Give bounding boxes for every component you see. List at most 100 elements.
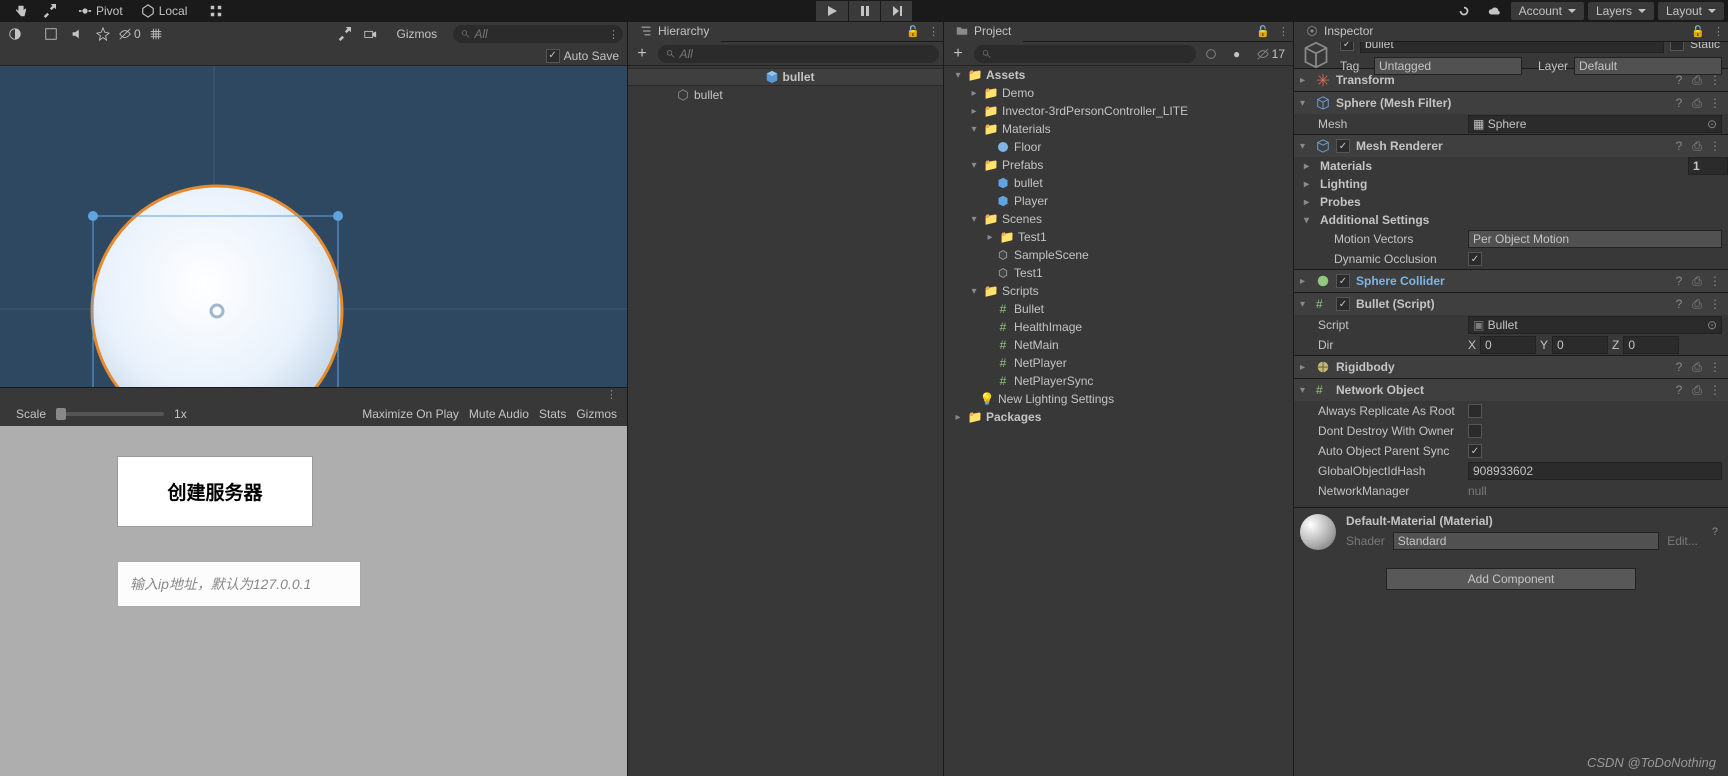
scene-viewport[interactable] [0, 66, 627, 387]
material-section[interactable]: Default-Material (Material) Shader Stand… [1294, 507, 1728, 556]
camera-icon[interactable] [359, 25, 381, 43]
preset-icon[interactable]: ⎙ [1690, 73, 1704, 88]
account-dropdown[interactable]: Account [1511, 2, 1584, 20]
lock-icon[interactable]: 🔓 [1687, 25, 1709, 38]
replroot-checkbox[interactable] [1468, 404, 1482, 418]
proj-sc-health[interactable]: #HealthImage [944, 318, 1293, 336]
fx-icon[interactable] [92, 25, 114, 43]
add-component-button[interactable]: Add Component [1386, 568, 1636, 590]
layout-dropdown[interactable]: Layout [1658, 2, 1724, 20]
comp-spherecollider-header[interactable]: ▸ Sphere Collider ?⎙⋮ [1294, 270, 1728, 292]
panel-menu-icon[interactable]: ⋮ [924, 25, 943, 38]
edit-button[interactable]: Edit... [1667, 534, 1698, 548]
autosave-toggle[interactable]: Auto Save [546, 49, 619, 63]
proj-sc-bullet[interactable]: #Bullet [944, 300, 1293, 318]
pivot-toggle[interactable]: Pivot [70, 2, 131, 20]
proj-packages[interactable]: ▸📁Packages [944, 408, 1293, 426]
comp-meshrenderer-header[interactable]: ▾ Mesh Renderer ?⎙⋮ [1294, 135, 1728, 157]
create-dropdown[interactable]: + [948, 45, 970, 63]
comp-transform-header[interactable]: ▸ Transform ?⎙⋮ [1294, 69, 1728, 91]
ip-input[interactable]: 输入ip地址，默认为127.0.0.1 [117, 561, 361, 607]
comp-netobj-header[interactable]: ▾ # Network Object ?⎙⋮ [1294, 379, 1728, 401]
proj-samplescene[interactable]: SampleScene [944, 246, 1293, 264]
project-search-input[interactable] [995, 47, 1187, 61]
proj-prefabs[interactable]: ▾📁Prefabs [944, 156, 1293, 174]
dir-z[interactable]: 0 [1623, 336, 1679, 354]
play-button[interactable] [816, 1, 848, 21]
static-dropdown[interactable]: Static [1690, 42, 1722, 51]
stats-toggle[interactable]: Stats [539, 407, 566, 421]
lock-icon[interactable]: 🔓 [902, 25, 924, 38]
proj-test1[interactable]: Test1 [944, 264, 1293, 282]
static-checkbox[interactable] [1670, 42, 1684, 51]
shader-dd[interactable]: Standard [1393, 532, 1659, 550]
shading-mode-icon[interactable] [4, 25, 26, 43]
tools-icon-2[interactable] [333, 25, 355, 43]
menu-icon[interactable]: ⋮ [1708, 73, 1722, 88]
active-checkbox[interactable] [1340, 42, 1354, 51]
scene-search-input[interactable] [474, 27, 615, 41]
proj-scripts[interactable]: ▾📁Scripts [944, 282, 1293, 300]
game-viewport[interactable]: 创建服务器 输入ip地址，默认为127.0.0.1 [0, 426, 627, 776]
proj-player[interactable]: Player [944, 192, 1293, 210]
proj-invector[interactable]: ▸📁Invector-3rdPersonController_LITE [944, 102, 1293, 120]
hierarchy-search-input[interactable] [679, 47, 931, 61]
layers-dropdown[interactable]: Layers [1588, 2, 1654, 20]
proj-sc-netplayer[interactable]: #NetPlayer [944, 354, 1293, 372]
collider-enabled[interactable] [1336, 274, 1350, 288]
cloud-icon[interactable] [1481, 2, 1507, 20]
renderer-enabled[interactable] [1336, 139, 1350, 153]
name-field[interactable]: bullet [1360, 42, 1664, 53]
help-icon[interactable]: ? [1672, 73, 1686, 88]
proj-bullet[interactable]: bullet [944, 174, 1293, 192]
bullet-enabled[interactable] [1336, 297, 1350, 311]
proj-lighting[interactable]: 💡New Lighting Settings [944, 390, 1293, 408]
dynamic-occlusion-checkbox[interactable] [1468, 252, 1482, 266]
comp-rigidbody-header[interactable]: ▸ Rigidbody ?⎙⋮ [1294, 356, 1728, 378]
proj-scenes[interactable]: ▾📁Scenes [944, 210, 1293, 228]
comp-meshfilter-header[interactable]: ▾ Sphere (Mesh Filter) ?⎙⋮ [1294, 92, 1728, 114]
autoparent-checkbox[interactable] [1468, 444, 1482, 458]
tab-hierarchy[interactable]: Hierarchy [628, 22, 721, 42]
panel-menu-icon[interactable]: ⋮ [1709, 25, 1728, 38]
favorites-icon[interactable] [1200, 45, 1222, 63]
tab-inspector[interactable]: Inspector [1294, 22, 1385, 42]
addl-subhdr[interactable]: ▾Additional Settings [1294, 211, 1728, 229]
dir-y[interactable]: 0 [1552, 336, 1608, 354]
proj-assets[interactable]: ▾📁Assets [944, 66, 1293, 84]
comp-bullet-header[interactable]: ▾ # Bullet (Script) ?⎙⋮ [1294, 293, 1728, 315]
proj-sc-netmain[interactable]: #NetMain [944, 336, 1293, 354]
lock-icon[interactable]: 🔓 [1252, 25, 1274, 38]
create-server-button[interactable]: 创建服务器 [117, 456, 313, 527]
motion-vectors-dd[interactable]: Per Object Motion [1468, 230, 1722, 248]
probes-subhdr[interactable]: ▸Probes [1294, 193, 1728, 211]
panel-menu-icon[interactable]: ⋮ [604, 28, 623, 41]
proj-test1f[interactable]: ▸📁Test1 [944, 228, 1293, 246]
maximize-toggle[interactable]: Maximize On Play [362, 407, 459, 421]
tab-project[interactable]: Project [944, 22, 1023, 42]
lighting-subhdr[interactable]: ▸Lighting [1294, 175, 1728, 193]
undo-history-icon[interactable] [1451, 2, 1477, 20]
step-button[interactable] [880, 1, 912, 21]
mesh-field[interactable]: ▦ Sphere⊙ [1468, 115, 1722, 133]
proj-floor[interactable]: Floor [944, 138, 1293, 156]
2d-toggle-icon[interactable] [40, 25, 62, 43]
panel-menu-icon[interactable]: ⋮ [1274, 25, 1293, 38]
prefab-root[interactable]: bullet [628, 68, 943, 86]
filter-icon[interactable]: ● [1226, 45, 1248, 63]
game-gizmos-dd[interactable]: Gizmos [576, 407, 621, 421]
create-dropdown[interactable]: + [632, 45, 654, 63]
dir-x[interactable]: 0 [1480, 336, 1536, 354]
gizmos-dropdown[interactable]: Gizmos [389, 25, 450, 43]
help-icon[interactable]: ? [1708, 526, 1722, 538]
tree-item-bullet[interactable]: bullet [628, 86, 943, 104]
tools-icon[interactable] [36, 2, 62, 20]
proj-demo[interactable]: ▸📁Demo [944, 84, 1293, 102]
mute-toggle[interactable]: Mute Audio [469, 407, 529, 421]
hand-tool-icon[interactable] [8, 2, 34, 20]
grid-icon[interactable] [145, 25, 167, 43]
pause-button[interactable] [848, 1, 880, 21]
proj-materials[interactable]: ▾📁Materials [944, 120, 1293, 138]
materials-subhdr[interactable]: ▸Materials1 [1294, 157, 1728, 175]
snap-icon[interactable] [203, 2, 229, 20]
